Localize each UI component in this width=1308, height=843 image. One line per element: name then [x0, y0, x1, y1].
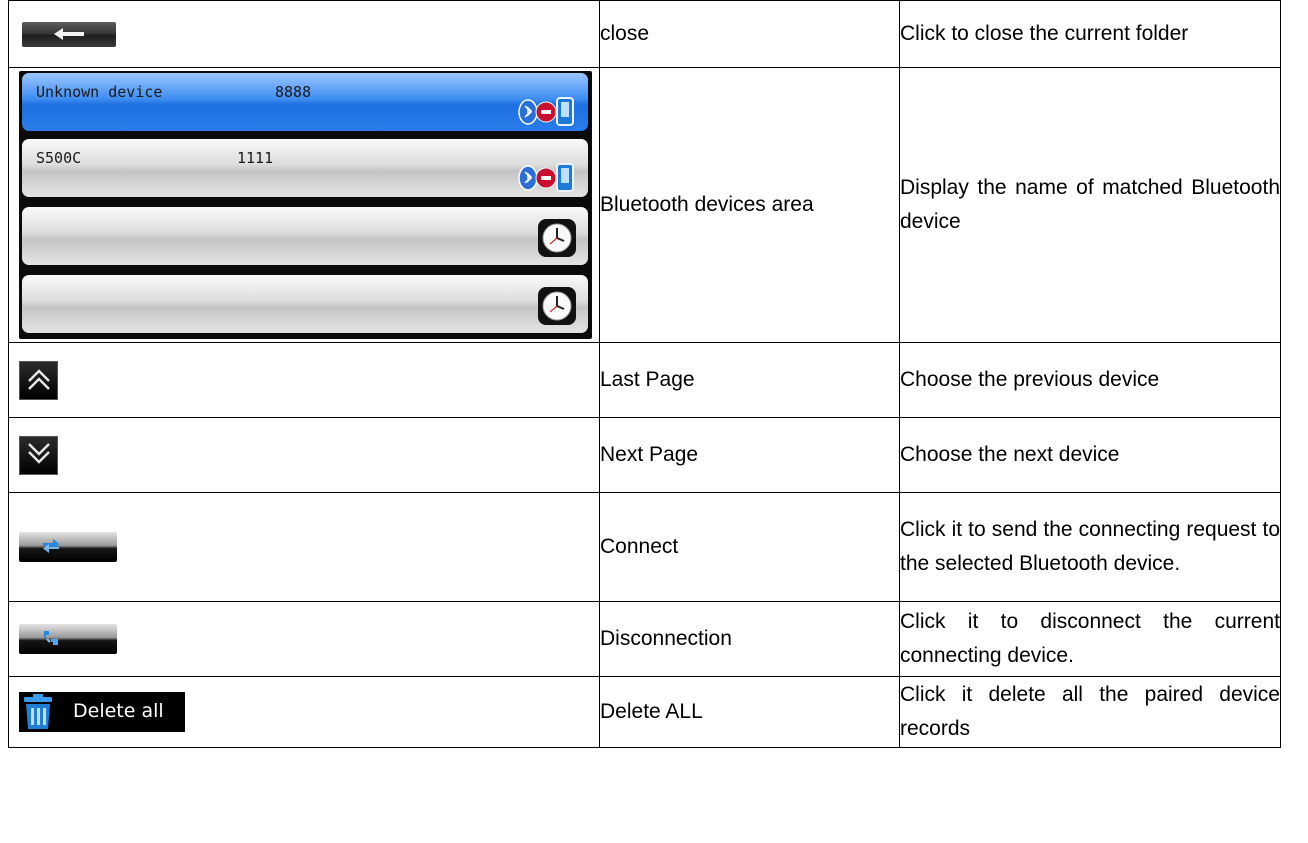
row-name: Connect [599, 492, 900, 602]
bt-device-pin: 1111 [237, 149, 274, 167]
table-row: Connect Click it to send the connecting … [8, 492, 1281, 602]
delete-all-label: Delete all [73, 700, 164, 722]
next-page-button[interactable] [19, 435, 58, 475]
disconnect-button[interactable] [19, 624, 117, 654]
bt-device-pin: 8888 [275, 83, 312, 101]
disconnect-icon [44, 631, 58, 645]
row-description: Click it to send the connecting request … [899, 492, 1281, 602]
bt-empty-slot[interactable] [22, 275, 588, 333]
row-description: Display the name of matched Bluetooth de… [899, 67, 1281, 343]
clock-icon [538, 219, 576, 257]
row-description: Choose the previous device [899, 342, 1281, 418]
bt-device-row[interactable]: S500C 1111 [22, 139, 588, 197]
bluetooth-devices-panel: Unknown device 8888 S500C 1111 [19, 71, 592, 339]
bt-device-name: Unknown device [36, 83, 163, 101]
table-row: Next Page Choose the next device [8, 417, 1281, 493]
table-row: close Click to close the current folder [8, 0, 1281, 68]
back-arrow-icon [54, 27, 84, 40]
delete-all-button[interactable]: Delete all [19, 692, 185, 732]
trash-icon [24, 694, 52, 729]
double-chevron-down-icon [27, 442, 50, 464]
bt-empty-slot[interactable] [22, 207, 588, 265]
back-button[interactable] [22, 21, 116, 47]
bt-device-row[interactable]: Unknown device 8888 [22, 73, 588, 131]
row-name: Bluetooth devices area [599, 67, 900, 343]
feature-table: close Click to close the current folder … [8, 0, 1281, 748]
table-row: Delete all Delete ALL Click it delete al… [8, 676, 1281, 748]
bt-device-name: S500C [36, 149, 82, 167]
row-description: Click it to disconnect the current conne… [899, 601, 1281, 677]
table-row: Unknown device 8888 S500C 1111 Bluetooth… [8, 67, 1281, 343]
connect-button[interactable] [19, 532, 117, 562]
row-name: Next Page [599, 417, 900, 493]
last-page-button[interactable] [19, 360, 58, 400]
row-name: Delete ALL [599, 676, 900, 748]
table-row: Last Page Choose the previous device [8, 342, 1281, 418]
row-description: Click to close the current folder [899, 0, 1281, 68]
double-chevron-up-icon [27, 368, 50, 390]
bluetooth-status-icon [518, 97, 574, 126]
table-row: Disconnection Click it to disconnect the… [8, 601, 1281, 677]
row-name: close [599, 0, 900, 68]
row-description: Click it delete all the paired device re… [899, 676, 1281, 748]
clock-icon [538, 287, 576, 325]
bluetooth-status-icon [518, 163, 574, 192]
connect-icon [43, 539, 59, 553]
row-name: Last Page [599, 342, 900, 418]
row-description: Choose the next device [899, 417, 1281, 493]
row-name: Disconnection [599, 601, 900, 677]
